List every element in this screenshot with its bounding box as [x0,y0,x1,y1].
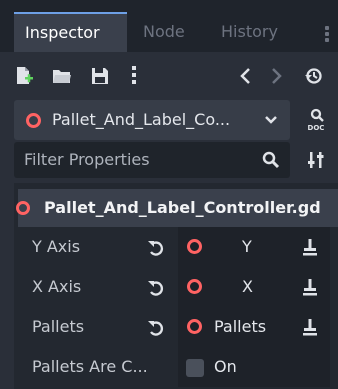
history-back-icon[interactable] [236,66,256,86]
revert-icon[interactable] [147,279,165,297]
node-icon [187,239,202,254]
nodepath-field[interactable]: X [178,267,330,307]
filter-row: Filter Properties [14,142,338,178]
script-title: Pallet_And_Label_Controller.gd [44,198,321,217]
object-selector[interactable]: Pallet_And_Label_Co... [14,100,290,140]
revert-icon[interactable] [147,319,165,337]
revert-icon[interactable] [147,239,165,257]
assign-node-icon[interactable] [302,278,318,296]
script-category-header[interactable]: Pallet_And_Label_Controller.gd [16,189,338,227]
property-value: Pallets [214,317,267,336]
inspector-toolbar [14,56,338,96]
search-icon [262,151,280,169]
property-row-x-axis: X Axis X [14,267,338,307]
checkbox[interactable] [186,359,204,377]
selected-object-row: Pallet_And_Label_Co... DOC [14,100,338,140]
property-label: Y Axis [32,237,81,256]
chevron-down-icon [265,116,277,124]
property-label: Pallets [32,317,85,336]
filter-placeholder: Filter Properties [24,150,150,169]
property-row-pallets: Pallets Pallets [14,307,338,347]
save-icon[interactable] [90,66,110,86]
property-row-y-axis: Y Axis Y [14,227,338,267]
svg-text:DOC: DOC [308,124,325,132]
new-resource-icon[interactable] [14,66,34,86]
object-name: Pallet_And_Label_Co... [52,110,231,129]
bool-field[interactable]: On [178,347,330,387]
nodepath-field[interactable]: Y [178,227,330,267]
property-row-pallets-are-c: Pallets Are C... On [14,347,338,387]
property-list: Pallet_And_Label_Controller.gd Y Axis Y … [14,183,338,389]
tab-inspector[interactable]: Inspector [14,12,127,52]
more-options-icon[interactable] [126,66,142,86]
script-node-icon [16,201,30,215]
dock-tab-bar: Inspector Node History [0,0,338,52]
property-value: On [214,357,237,376]
nodepath-field[interactable]: Pallets [178,307,330,347]
property-value: X [242,277,253,296]
filter-properties-input[interactable]: Filter Properties [14,142,290,178]
property-label: Pallets Are C... [32,357,148,376]
assign-node-icon[interactable] [302,318,318,336]
object-history-icon[interactable] [304,66,324,86]
documentation-icon[interactable]: DOC [303,107,329,133]
node-icon [187,279,202,294]
property-value: Y [242,237,252,256]
tab-history[interactable]: History [221,12,278,52]
assign-node-icon[interactable] [302,238,318,256]
open-folder-icon[interactable] [52,66,72,86]
property-tools-icon[interactable] [307,151,325,169]
node-icon [187,319,202,334]
property-label: X Axis [32,277,82,296]
history-forward-icon[interactable] [266,66,286,86]
dock-menu-icon[interactable] [325,26,329,42]
tab-node[interactable]: Node [143,12,185,52]
node-icon [26,113,41,128]
